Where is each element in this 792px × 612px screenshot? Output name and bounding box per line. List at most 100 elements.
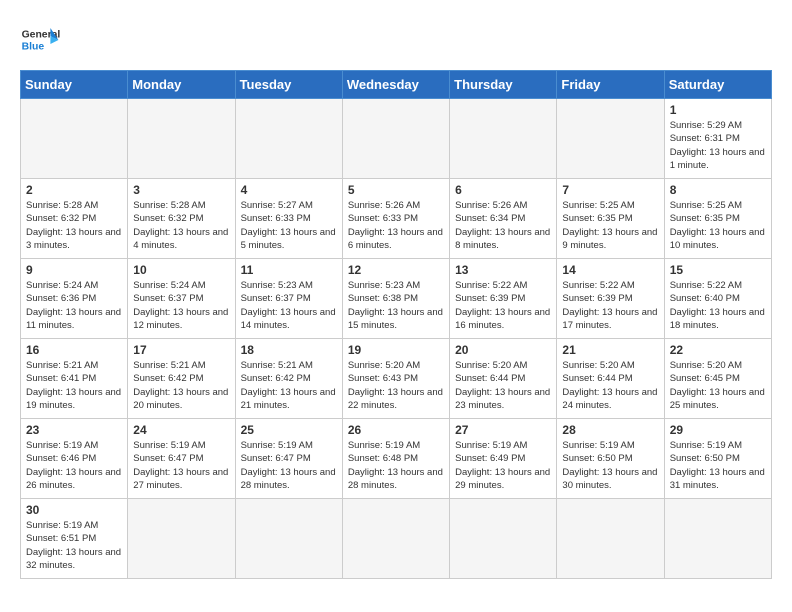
calendar-day-header: Wednesday	[342, 71, 449, 99]
day-number: 1	[670, 103, 766, 117]
day-info: Sunrise: 5:27 AM Sunset: 6:33 PM Dayligh…	[241, 199, 337, 252]
day-number: 19	[348, 343, 444, 357]
calendar-cell: 30 Sunrise: 5:19 AM Sunset: 6:51 PM Dayli…	[21, 499, 128, 579]
calendar-week-row: 9 Sunrise: 5:24 AM Sunset: 6:36 PM Daylig…	[21, 259, 772, 339]
day-info: Sunrise: 5:19 AM Sunset: 6:50 PM Dayligh…	[562, 439, 658, 492]
calendar-cell: 12 Sunrise: 5:23 AM Sunset: 6:38 PM Dayli…	[342, 259, 449, 339]
calendar-cell	[21, 99, 128, 179]
calendar-cell	[128, 499, 235, 579]
day-number: 7	[562, 183, 658, 197]
calendar-cell: 4 Sunrise: 5:27 AM Sunset: 6:33 PM Daylig…	[235, 179, 342, 259]
day-number: 11	[241, 263, 337, 277]
day-number: 27	[455, 423, 551, 437]
day-info: Sunrise: 5:21 AM Sunset: 6:42 PM Dayligh…	[241, 359, 337, 412]
day-number: 28	[562, 423, 658, 437]
calendar-cell	[557, 499, 664, 579]
day-info: Sunrise: 5:20 AM Sunset: 6:44 PM Dayligh…	[562, 359, 658, 412]
calendar-cell: 17Sunrise: 5:21 AM Sunset: 6:42 PM Dayli…	[128, 339, 235, 419]
calendar-week-row: 2 Sunrise: 5:28 AM Sunset: 6:32 PM Daylig…	[21, 179, 772, 259]
day-number: 13	[455, 263, 551, 277]
calendar-header-row: SundayMondayTuesdayWednesdayThursdayFrid…	[21, 71, 772, 99]
day-number: 6	[455, 183, 551, 197]
calendar-cell: 23Sunrise: 5:19 AM Sunset: 6:46 PM Dayli…	[21, 419, 128, 499]
calendar-cell	[450, 99, 557, 179]
day-number: 4	[241, 183, 337, 197]
calendar-cell	[664, 499, 771, 579]
day-info: Sunrise: 5:22 AM Sunset: 6:39 PM Dayligh…	[455, 279, 551, 332]
day-info: Sunrise: 5:19 AM Sunset: 6:51 PM Dayligh…	[26, 519, 122, 572]
day-info: Sunrise: 5:24 AM Sunset: 6:36 PM Dayligh…	[26, 279, 122, 332]
calendar-cell	[235, 99, 342, 179]
calendar-cell: 14 Sunrise: 5:22 AM Sunset: 6:39 PM Dayli…	[557, 259, 664, 339]
calendar-cell: 21 Sunrise: 5:20 AM Sunset: 6:44 PM Dayli…	[557, 339, 664, 419]
day-number: 5	[348, 183, 444, 197]
calendar-cell: 15 Sunrise: 5:22 AM Sunset: 6:40 PM Dayli…	[664, 259, 771, 339]
calendar-cell	[235, 499, 342, 579]
day-number: 24	[133, 423, 229, 437]
calendar-cell: 24 Sunrise: 5:19 AM Sunset: 6:47 PM Dayli…	[128, 419, 235, 499]
day-info: Sunrise: 5:21 AM Sunset: 6:41 PM Dayligh…	[26, 359, 122, 412]
svg-text:Blue: Blue	[22, 42, 45, 53]
day-number: 14	[562, 263, 658, 277]
day-number: 2	[26, 183, 122, 197]
day-info: Sunrise: 5:25 AM Sunset: 6:35 PM Dayligh…	[562, 199, 658, 252]
calendar-table: SundayMondayTuesdayWednesdayThursdayFrid…	[20, 70, 772, 579]
calendar-cell	[342, 99, 449, 179]
day-number: 9	[26, 263, 122, 277]
day-info: Sunrise: 5:19 AM Sunset: 6:48 PM Dayligh…	[348, 439, 444, 492]
logo-icon: General Blue	[20, 20, 60, 60]
day-info: Sunrise: 5:25 AM Sunset: 6:35 PM Dayligh…	[670, 199, 766, 252]
day-number: 22	[670, 343, 766, 357]
day-number: 30	[26, 503, 122, 517]
calendar-day-header: Saturday	[664, 71, 771, 99]
day-info: Sunrise: 5:24 AM Sunset: 6:37 PM Dayligh…	[133, 279, 229, 332]
calendar-cell: 18 Sunrise: 5:21 AM Sunset: 6:42 PM Dayli…	[235, 339, 342, 419]
calendar-cell: 3Sunrise: 5:28 AM Sunset: 6:32 PM Daylig…	[128, 179, 235, 259]
calendar-week-row: 1Sunrise: 5:29 AM Sunset: 6:31 PM Daylig…	[21, 99, 772, 179]
calendar-day-header: Sunday	[21, 71, 128, 99]
day-info: Sunrise: 5:28 AM Sunset: 6:32 PM Dayligh…	[133, 199, 229, 252]
day-number: 15	[670, 263, 766, 277]
day-number: 16	[26, 343, 122, 357]
day-info: Sunrise: 5:19 AM Sunset: 6:50 PM Dayligh…	[670, 439, 766, 492]
calendar-day-header: Tuesday	[235, 71, 342, 99]
calendar-cell	[342, 499, 449, 579]
day-info: Sunrise: 5:19 AM Sunset: 6:47 PM Dayligh…	[133, 439, 229, 492]
calendar-cell: 28 Sunrise: 5:19 AM Sunset: 6:50 PM Dayli…	[557, 419, 664, 499]
day-number: 25	[241, 423, 337, 437]
day-number: 18	[241, 343, 337, 357]
calendar-cell: 6 Sunrise: 5:26 AM Sunset: 6:34 PM Daylig…	[450, 179, 557, 259]
calendar-cell: 5Sunrise: 5:26 AM Sunset: 6:33 PM Daylig…	[342, 179, 449, 259]
calendar-cell: 9 Sunrise: 5:24 AM Sunset: 6:36 PM Daylig…	[21, 259, 128, 339]
calendar-cell: 8Sunrise: 5:25 AM Sunset: 6:35 PM Daylig…	[664, 179, 771, 259]
calendar-cell: 26 Sunrise: 5:19 AM Sunset: 6:48 PM Dayli…	[342, 419, 449, 499]
calendar-cell	[128, 99, 235, 179]
calendar-cell: 27Sunrise: 5:19 AM Sunset: 6:49 PM Dayli…	[450, 419, 557, 499]
calendar-cell: 22 Sunrise: 5:20 AM Sunset: 6:45 PM Dayli…	[664, 339, 771, 419]
day-info: Sunrise: 5:22 AM Sunset: 6:39 PM Dayligh…	[562, 279, 658, 332]
day-number: 26	[348, 423, 444, 437]
calendar-cell: 20Sunrise: 5:20 AM Sunset: 6:44 PM Dayli…	[450, 339, 557, 419]
day-info: Sunrise: 5:20 AM Sunset: 6:45 PM Dayligh…	[670, 359, 766, 412]
calendar-cell: 7 Sunrise: 5:25 AM Sunset: 6:35 PM Daylig…	[557, 179, 664, 259]
day-info: Sunrise: 5:23 AM Sunset: 6:38 PM Dayligh…	[348, 279, 444, 332]
calendar-cell: 10Sunrise: 5:24 AM Sunset: 6:37 PM Dayli…	[128, 259, 235, 339]
calendar-cell: 29Sunrise: 5:19 AM Sunset: 6:50 PM Dayli…	[664, 419, 771, 499]
calendar-cell: 2 Sunrise: 5:28 AM Sunset: 6:32 PM Daylig…	[21, 179, 128, 259]
day-info: Sunrise: 5:22 AM Sunset: 6:40 PM Dayligh…	[670, 279, 766, 332]
calendar-cell: 25Sunrise: 5:19 AM Sunset: 6:47 PM Dayli…	[235, 419, 342, 499]
day-number: 12	[348, 263, 444, 277]
calendar-week-row: 30 Sunrise: 5:19 AM Sunset: 6:51 PM Dayli…	[21, 499, 772, 579]
day-number: 23	[26, 423, 122, 437]
day-info: Sunrise: 5:23 AM Sunset: 6:37 PM Dayligh…	[241, 279, 337, 332]
calendar-body: 1Sunrise: 5:29 AM Sunset: 6:31 PM Daylig…	[21, 99, 772, 579]
logo: General Blue	[20, 20, 60, 60]
calendar-cell	[450, 499, 557, 579]
calendar-cell: 1Sunrise: 5:29 AM Sunset: 6:31 PM Daylig…	[664, 99, 771, 179]
day-number: 21	[562, 343, 658, 357]
day-info: Sunrise: 5:28 AM Sunset: 6:32 PM Dayligh…	[26, 199, 122, 252]
calendar-cell	[557, 99, 664, 179]
day-info: Sunrise: 5:26 AM Sunset: 6:34 PM Dayligh…	[455, 199, 551, 252]
day-info: Sunrise: 5:20 AM Sunset: 6:43 PM Dayligh…	[348, 359, 444, 412]
calendar-cell: 13 Sunrise: 5:22 AM Sunset: 6:39 PM Dayli…	[450, 259, 557, 339]
